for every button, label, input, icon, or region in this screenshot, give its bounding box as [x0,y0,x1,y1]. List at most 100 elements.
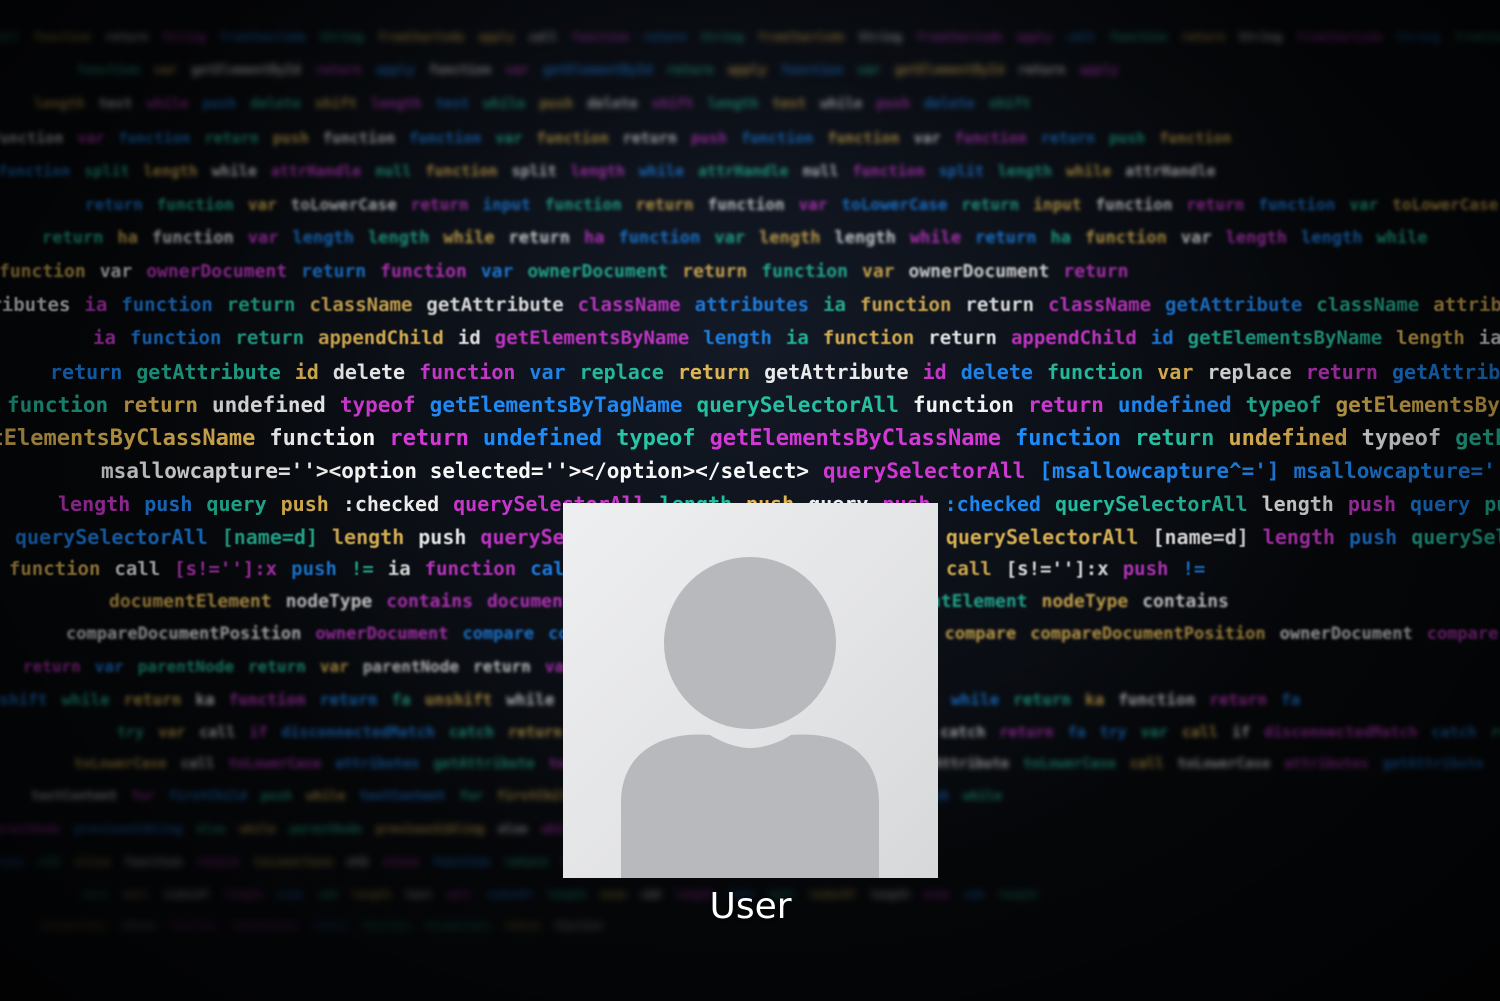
wallpaper-code-token: for [459,789,483,804]
wallpaper-code-token: nodeType [285,591,373,612]
wallpaper-code-token: function [1085,228,1167,248]
wallpaper-code-token: className [1316,294,1420,316]
wallpaper-code-token: ia [93,327,116,349]
wallpaper-code-line: length test while push delete shift length test… [34,96,1500,112]
wallpaper-code-token: getElementsByClassName [0,426,256,451]
wallpaper-code-token: while [1376,228,1428,248]
wallpaper-code-token: query [206,492,267,516]
wallpaper-code-token: null [445,888,473,901]
wallpaper-code-token: length [1261,492,1334,516]
wallpaper-code-token: function [7,393,109,417]
wallpaper-code-token: attributes [1433,294,1500,316]
wallpaper-code-token: getAttribute [1382,756,1484,772]
wallpaper-code-token: call [199,723,236,741]
wallpaper-code-token: function [151,228,234,248]
wallpaper-code-token: push [1122,558,1169,580]
wallpaper-code-token: function [1109,30,1168,44]
wallpaper-code-token: function [1118,690,1196,709]
wallpaper-code-token: test [405,888,432,901]
wallpaper-code-token: :checked [944,492,1041,516]
wallpaper-code-token: fromCharCode [219,30,307,44]
wallpaper-code-line: function var getElementById return apply func… [77,63,1500,78]
wallpaper-code-token: return [248,657,306,676]
wallpaper-code-token: fromCharCode [915,30,1003,44]
wallpaper-code-token: while [306,789,346,804]
wallpaper-code-token: typeof [616,426,696,451]
wallpaper-code-token: odd [317,888,338,901]
wallpaper-code-token: toLowerCase [1023,756,1116,772]
wallpaper-code-token: textContent [359,789,446,804]
wallpaper-code-token: getElementsByClassName [1455,426,1500,451]
wallpaper-code-token: nodeType [1041,591,1129,612]
wallpaper-code-token: push [291,558,337,580]
wallpaper-code-token: length [292,228,354,248]
wallpaper-code-token: delete [923,96,975,112]
wallpaper-code-token: ownerDocument [908,261,1050,282]
wallpaper-code-token: toLowerCase [74,756,167,772]
wallpaper-code-token: return [666,63,714,78]
user-avatar[interactable] [563,503,938,878]
wallpaper-code-token: ownerDocument [527,261,669,282]
wallpaper-code-token: nth [38,855,61,869]
wallpaper-code-token: disconnectedMatch [1264,723,1418,741]
wallpaper-code-token: try [1099,723,1127,741]
wallpaper-code-token: function [780,63,844,78]
wallpaper-code-token: while [146,96,189,112]
wallpaper-code-token: String [320,30,364,44]
wallpaper-code-token: undefined [482,426,603,451]
wallpaper-code-token: input [482,195,531,214]
wallpaper-code-token: var [94,657,124,676]
wallpaper-code-token: even [277,888,304,901]
wallpaper-code-token: slice [74,855,111,869]
wallpaper-code-token: [name=d] [221,525,318,549]
username-label: User [709,886,792,927]
wallpaper-code-token: return [123,690,182,709]
wallpaper-code-token: function [1046,360,1144,384]
wallpaper-code-token: attributes [1284,756,1369,772]
wallpaper-code-token: parentNode [362,657,460,676]
wallpaper-code-token: function [118,129,191,147]
wallpaper-code-token: function [1258,195,1336,214]
wallpaper-code-token: function [1095,195,1173,214]
wallpaper-code-token: function [424,558,517,580]
wallpaper-code-token: ia [785,327,809,349]
wallpaper-code-line: return function var toLowerCase return input f… [85,195,1500,214]
wallpaper-code-token: function [77,63,140,78]
wallpaper-code-token: return [389,426,469,451]
lock-screen-user: User [563,503,938,927]
wallpaper-code-token: id [457,327,481,349]
wallpaper-code-token: compare [1426,624,1499,644]
wallpaper-code-token: documentElement [109,591,272,612]
wallpaper-code-token: delete [332,360,406,384]
wallpaper-code-line: getElementsByClassName function return unde… [0,426,1500,451]
wallpaper-code-token: var [480,261,514,282]
wallpaper-code-token: length [370,96,422,112]
wallpaper-code-token: function [707,195,785,214]
wallpaper-code-token: split [938,162,984,180]
wallpaper-code-token: apply [1079,63,1119,78]
wallpaper-code-token: compare [944,624,1017,644]
wallpaper-code-token: getElementsByTagName [429,393,683,417]
wallpaper-code-token: function [912,393,1014,417]
wallpaper-code-token: function [827,129,900,147]
wallpaper-code-token: function [124,855,183,869]
wallpaper-code-token: return [1181,30,1225,44]
wallpaper-code-token: length [58,492,131,516]
wallpaper-code-token: var [861,261,895,282]
wallpaper-code-token: while [506,690,555,709]
wallpaper-code-token: function [361,921,411,932]
wallpaper-code-token: function [544,195,622,214]
wallpaper-code-token: appendChild [1010,327,1137,349]
wallpaper-code-token: getElementById [191,63,301,78]
wallpaper-code-token: return [119,921,156,932]
wallpaper-code-token: length [1396,327,1465,349]
wallpaper-code-token: length [703,327,772,349]
wallpaper-code-line: function var ownerDocument return function va… [0,261,1500,282]
wallpaper-code-token: attrHandle [698,162,789,180]
wallpaper-code-token: return [975,228,1037,248]
wallpaper-code-token: String [700,30,744,44]
wallpaper-code-token: attributes [0,294,71,316]
wallpaper-code-token: toLowerCase [253,855,333,869]
wallpaper-code-token: parentNode [137,657,235,676]
wallpaper-code-line: function return undefined typeof getElements… [7,393,1500,417]
